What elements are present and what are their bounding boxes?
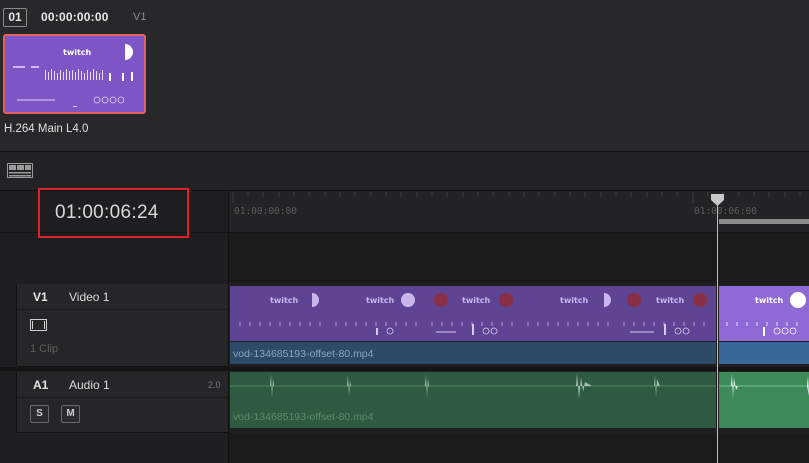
clip-thumbnail-art: twitch: [5, 36, 144, 112]
clip-timecode: 00:00:00:00: [41, 10, 109, 24]
thumbnail-logo-text: twitch: [560, 296, 589, 305]
timeline-view-icon[interactable]: [7, 163, 33, 178]
clip-name-label: H.264 Main L4.0: [4, 123, 89, 135]
clip-track-label: V1: [133, 11, 147, 23]
timeline-empty-area: [229, 233, 809, 283]
thumbnail-logo-text: twitch: [63, 48, 92, 57]
audio-track-id: A1: [33, 378, 49, 392]
video-clip-selected-segment[interactable]: twitch: [719, 286, 809, 341]
track-color-strip: [0, 284, 17, 366]
playhead-timecode[interactable]: 01:00:06:24: [55, 202, 159, 224]
thumbnail-logo-text: twitch: [270, 296, 299, 305]
clip-thumbnail[interactable]: twitch: [3, 34, 146, 114]
mute-button[interactable]: M: [61, 405, 80, 423]
thumbnail-logo-text: twitch: [656, 296, 685, 305]
track-header-empty: [0, 433, 229, 463]
thumbnail-logo-text: twitch: [755, 296, 784, 305]
thumbnail-logo-text: twitch: [366, 296, 395, 305]
audio-track-name[interactable]: Audio 1: [69, 378, 110, 392]
solo-button[interactable]: S: [30, 405, 49, 423]
ruler-label: 01:00:00:00: [234, 206, 297, 217]
video-clip[interactable]: twitch twitch twitch twitch twitch: [230, 286, 716, 341]
video-track-id: V1: [33, 290, 48, 304]
ruler-range-bar: [719, 219, 809, 224]
monitor-icon[interactable]: [30, 318, 47, 331]
thumbnail-logo-text: twitch: [462, 296, 491, 305]
track-header-divider: [17, 397, 228, 398]
track-separator: [0, 367, 809, 371]
audio-channel-level: 2.0: [208, 380, 221, 390]
playhead-icon[interactable]: [711, 193, 724, 206]
playhead-line[interactable]: [717, 196, 718, 463]
track-clip-count: 1 Clip: [30, 343, 59, 355]
track-header-divider: [17, 309, 228, 310]
track-color-strip: [0, 372, 17, 432]
video-clip-label-bar: [719, 342, 809, 364]
audio-clip-selected-segment[interactable]: [719, 372, 809, 428]
audio-track-header[interactable]: [17, 372, 229, 433]
audio-clip-filename: vod-134685193-offset-80.mp4: [233, 411, 374, 423]
timeline-toolbar: [0, 152, 809, 191]
clip-index-badge: 01: [3, 8, 27, 27]
ruler-label: 01:00:06:00: [694, 206, 757, 217]
video-clip-thumbnails: twitch twitch twitch twitch twitch: [230, 286, 716, 341]
video-clip-filename: vod-134685193-offset-80.mp4: [233, 348, 374, 360]
video-track-name[interactable]: Video 1: [69, 290, 109, 304]
